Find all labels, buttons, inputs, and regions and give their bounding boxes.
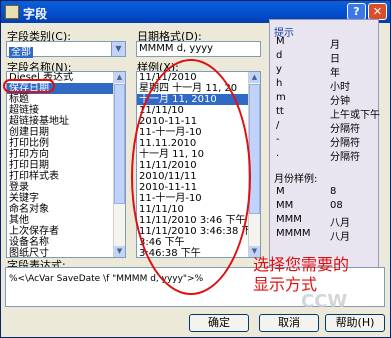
hint-value: 日 (330, 54, 340, 65)
scroll-up-icon[interactable]: ▲ (114, 72, 125, 83)
hint-key: . (276, 148, 280, 159)
hint-value: 分隔符 (330, 124, 360, 135)
scroll-thumb[interactable] (114, 84, 125, 204)
scroll-thumb[interactable] (249, 84, 260, 214)
list-item[interactable]: 设备名称 (7, 237, 125, 248)
scroll-down-icon[interactable]: ▼ (114, 246, 125, 257)
hint-key: m (276, 92, 286, 103)
list-item[interactable]: 打印方向 (7, 149, 125, 160)
cancel-button[interactable]: 取消 (259, 314, 319, 332)
hint-key: M (276, 186, 285, 197)
list-item[interactable]: 标题 (7, 94, 125, 105)
field-dialog: 字段 ? ✕ 字段类别(C): 全部 ▼ 字段名称(N): Diesel 表达式… (0, 0, 391, 338)
hint-value: 8 (330, 186, 337, 197)
hint-value: 小时 (330, 82, 350, 93)
hint-key: h (276, 78, 283, 89)
date-format-value: MMMM d, yyyy (139, 43, 214, 54)
name-list-scrollbar[interactable]: ▲ ▼ (113, 72, 125, 257)
hint-value: 08 (330, 200, 343, 211)
hint-key: tt (276, 106, 284, 117)
list-item[interactable]: 其他 (7, 215, 125, 226)
annotation-ellipse (131, 59, 251, 295)
close-icon[interactable]: ✕ (368, 3, 387, 20)
list-item[interactable]: 命名对象 (7, 204, 125, 215)
field-name-list[interactable]: Diesel 表达式 保存日期 标题 超链接 超链接基地址 创建日期 打印比例 打印方向 打印日… (6, 71, 126, 258)
category-select[interactable]: 全部 ▼ (6, 41, 126, 58)
hint-key: MMM (276, 214, 302, 225)
month-sample-title: 月份样例: (274, 174, 318, 185)
hint-value: 分钟 (330, 96, 350, 107)
hint-value: 分隔符 (330, 152, 360, 163)
app-icon (5, 5, 19, 19)
chevron-down-icon[interactable]: ▼ (111, 42, 125, 56)
annotation-highlight (3, 79, 55, 93)
list-item[interactable]: 登录 (7, 182, 125, 193)
date-format-input[interactable]: MMMM d, yyyy (136, 41, 261, 57)
hint-key: MM (276, 200, 294, 211)
hint-value: 年 (330, 68, 340, 79)
annotation-text: 选择您需要的 显示方式 (253, 255, 349, 295)
help-icon[interactable]: ? (347, 3, 366, 20)
hint-key: d (276, 50, 283, 61)
hint-value: 上午或下午 (330, 110, 380, 121)
hint-value: 八月 (330, 218, 350, 229)
list-item[interactable]: 上次保存者 (7, 226, 125, 237)
hint-key: y (276, 64, 282, 75)
scroll-up-icon[interactable]: ▲ (249, 72, 260, 83)
watermark: CCW (301, 291, 348, 312)
list-item[interactable]: 创建日期 (7, 127, 125, 138)
list-item[interactable]: 超链接 (7, 105, 125, 116)
list-item[interactable]: 超链接基地址 (7, 116, 125, 127)
hint-key: MMMM (276, 228, 311, 239)
list-item[interactable]: 关键字 (7, 193, 125, 204)
annotation-line1: 选择您需要的 (253, 255, 350, 274)
hint-value: 八月 (330, 232, 350, 243)
hint-key: M (276, 36, 285, 47)
window-title: 字段 (23, 7, 48, 21)
list-item[interactable]: 打印样式表 (7, 171, 125, 182)
hint-value: 月 (330, 40, 340, 51)
hint-value: 分隔符 (330, 138, 360, 149)
hint-panel: 提示 M 月 d 日 y 年 h 小时 m 分钟 tt 上午或下午 / 分隔符 - 分隔符. 分隔符 月份样例:… (269, 19, 380, 284)
help-button[interactable]: 帮助(H) (325, 314, 385, 332)
list-item[interactable]: 打印日期 (7, 160, 125, 171)
list-item[interactable]: 打印比例 (7, 138, 125, 149)
ok-button[interactable]: 确定 (189, 314, 249, 332)
category-value: 全部 (9, 47, 33, 58)
hint-key: - (276, 134, 280, 145)
hint-key: / (276, 120, 280, 131)
